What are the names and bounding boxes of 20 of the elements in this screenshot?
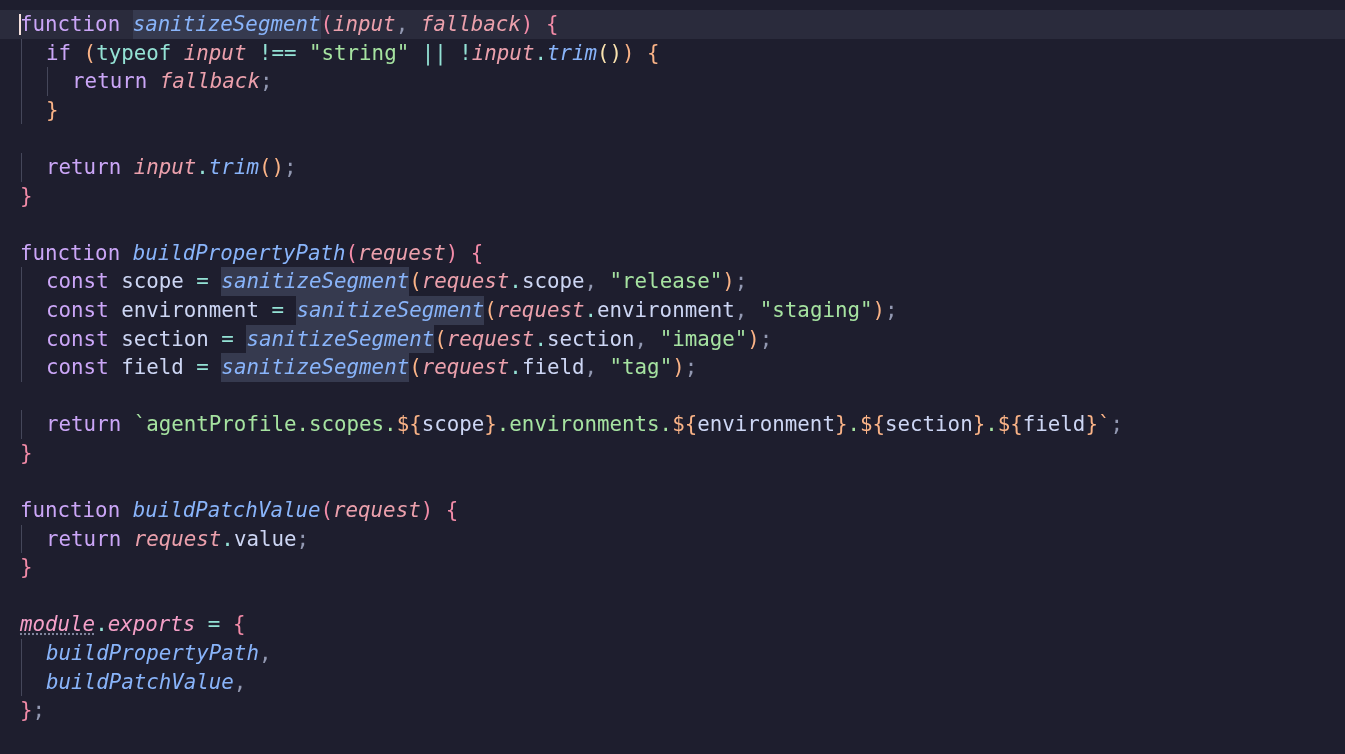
code-line: function buildPatchValue(request) {	[20, 497, 459, 525]
code-line: buildPatchValue,	[20, 667, 247, 697]
code-line: function sanitizeSegment(input, fallback) {	[20, 10, 559, 39]
code-line: const field = sanitizeSegment(request.field, "tag");	[20, 353, 698, 382]
code-line: buildPropertyPath,	[20, 639, 272, 668]
code-line: const scope = sanitizeSegment(request.scope, "release");	[20, 267, 748, 296]
code-line: return input.trim();	[20, 152, 297, 182]
code-line: return fallback;	[20, 67, 273, 96]
code-line: const environment = sanitizeSegment(request.environment, "staging");	[20, 295, 898, 325]
code-line: }	[20, 554, 33, 582]
code-line: const section = sanitizeSegment(request.section, "image");	[20, 324, 773, 354]
code-line: return `agentProfile.scopes.${scope}.environments.${environment}.${section}.${field}`;	[20, 410, 1123, 439]
code-line: }	[20, 182, 33, 210]
code-line: };	[20, 697, 46, 725]
code-line: if (typeof input !== "string" || !input.trim()) {	[20, 38, 660, 68]
code-line: function buildPropertyPath(request) {	[20, 239, 484, 267]
code-line: }	[20, 439, 33, 467]
code-line: }	[20, 95, 59, 125]
code-line: module.exports = {	[20, 611, 246, 639]
code-line: return request.value;	[20, 524, 310, 554]
